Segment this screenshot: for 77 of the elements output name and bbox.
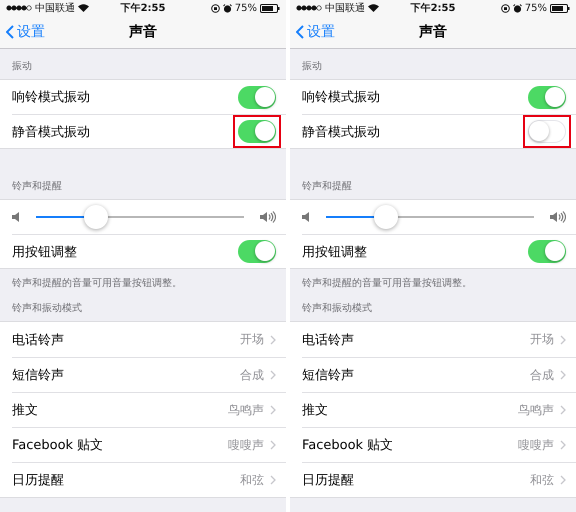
setting-label[interactable]: 电话铃声: [12, 330, 240, 348]
screen-title: 声音: [129, 23, 157, 41]
setting-label: 响铃模式振动: [302, 89, 381, 106]
back-button[interactable]: 设置: [6, 23, 45, 41]
setting-value: 和弦: [530, 472, 554, 488]
setting-value: 嗖嗖声: [228, 436, 264, 454]
setting-value: 合成: [240, 366, 264, 384]
setting-label: 用按钮调整: [12, 244, 78, 260]
screen-title: 声音: [419, 23, 447, 41]
toggle-switch[interactable]: [238, 240, 276, 263]
setting-label[interactable]: 日历提醒: [12, 471, 240, 489]
setting-value: 鸟鸣声: [518, 402, 554, 418]
battery-percent: 75%: [234, 2, 257, 14]
toggle-switch[interactable]: [528, 86, 566, 108]
setting-value: 嗖嗖声: [518, 436, 554, 454]
volume-low-icon: [302, 211, 310, 223]
setting-value: 合成: [530, 366, 554, 384]
setting-label[interactable]: Facebook 贴文: [302, 436, 518, 454]
section-header: 振动: [302, 60, 322, 73]
battery-percent: 75%: [524, 2, 547, 14]
chevron-icon: [270, 440, 276, 450]
setting-label: 用按钮调整: [302, 244, 368, 260]
slider-thumb[interactable]: [374, 205, 398, 229]
status-time: 下午2:55: [120, 2, 166, 15]
section-header: 铃声和振动模式: [12, 302, 82, 315]
back-chevron-icon: [296, 25, 304, 39]
volume-low-icon: [12, 211, 20, 223]
alarm-icon: [512, 4, 522, 12]
toggle-switch[interactable]: [238, 86, 276, 108]
setting-value: 开场: [240, 331, 264, 348]
setting-label[interactable]: 推文: [302, 401, 518, 419]
toggle-switch[interactable]: [528, 240, 566, 263]
chevron-icon: [560, 440, 566, 450]
section-header: 铃声和振动模式: [302, 302, 372, 315]
chevron-icon: [560, 334, 566, 344]
status-time: 下午2:55: [410, 2, 456, 15]
carrier-name: 中国联通: [35, 2, 75, 15]
toggle-switch[interactable]: [238, 120, 276, 143]
setting-label[interactable]: 推文: [12, 401, 228, 419]
rotation-lock-icon: [210, 4, 220, 12]
chevron-icon: [270, 405, 276, 415]
setting-label: 响铃模式振动: [12, 89, 91, 106]
setting-label[interactable]: 短信铃声: [302, 366, 530, 384]
setting-value: 开场: [530, 331, 554, 348]
chevron-icon: [560, 475, 566, 485]
setting-label[interactable]: Facebook 贴文: [12, 436, 228, 454]
chevron-icon: [270, 370, 276, 380]
carrier-name: 中国联通: [325, 2, 365, 15]
chevron-icon: [560, 405, 566, 415]
section-footer: 铃声和提醒的音量可用音量按钮调整。: [12, 276, 182, 290]
setting-label[interactable]: 短信铃声: [12, 366, 240, 384]
setting-label[interactable]: 电话铃声: [302, 330, 530, 348]
setting-label: 静音模式振动: [12, 124, 91, 140]
section-header: 铃声和提醒: [12, 180, 62, 193]
setting-label[interactable]: 日历提醒: [302, 471, 530, 489]
slider-thumb[interactable]: [84, 205, 108, 229]
back-button[interactable]: 设置: [296, 23, 335, 41]
chevron-icon: [560, 370, 566, 380]
rotation-lock-icon: [500, 4, 510, 12]
signal-icon: [296, 5, 322, 11]
volume-high-icon: [260, 211, 276, 223]
chevron-icon: [270, 475, 276, 485]
setting-value: 和弦: [240, 472, 264, 488]
alarm-icon: [222, 4, 232, 12]
wifi-icon: [368, 4, 379, 12]
section-header: 铃声和提醒: [302, 180, 352, 193]
signal-icon: [6, 5, 32, 11]
battery-icon: [550, 4, 570, 12]
setting-value: 鸟鸣声: [228, 402, 264, 418]
setting-label: 静音模式振动: [302, 124, 381, 140]
battery-icon: [260, 4, 280, 12]
chevron-icon: [270, 334, 276, 344]
back-chevron-icon: [6, 25, 14, 39]
section-header: 振动: [12, 60, 32, 73]
section-footer: 铃声和提醒的音量可用音量按钮调整。: [302, 276, 472, 290]
volume-high-icon: [550, 211, 566, 223]
wifi-icon: [78, 4, 89, 12]
